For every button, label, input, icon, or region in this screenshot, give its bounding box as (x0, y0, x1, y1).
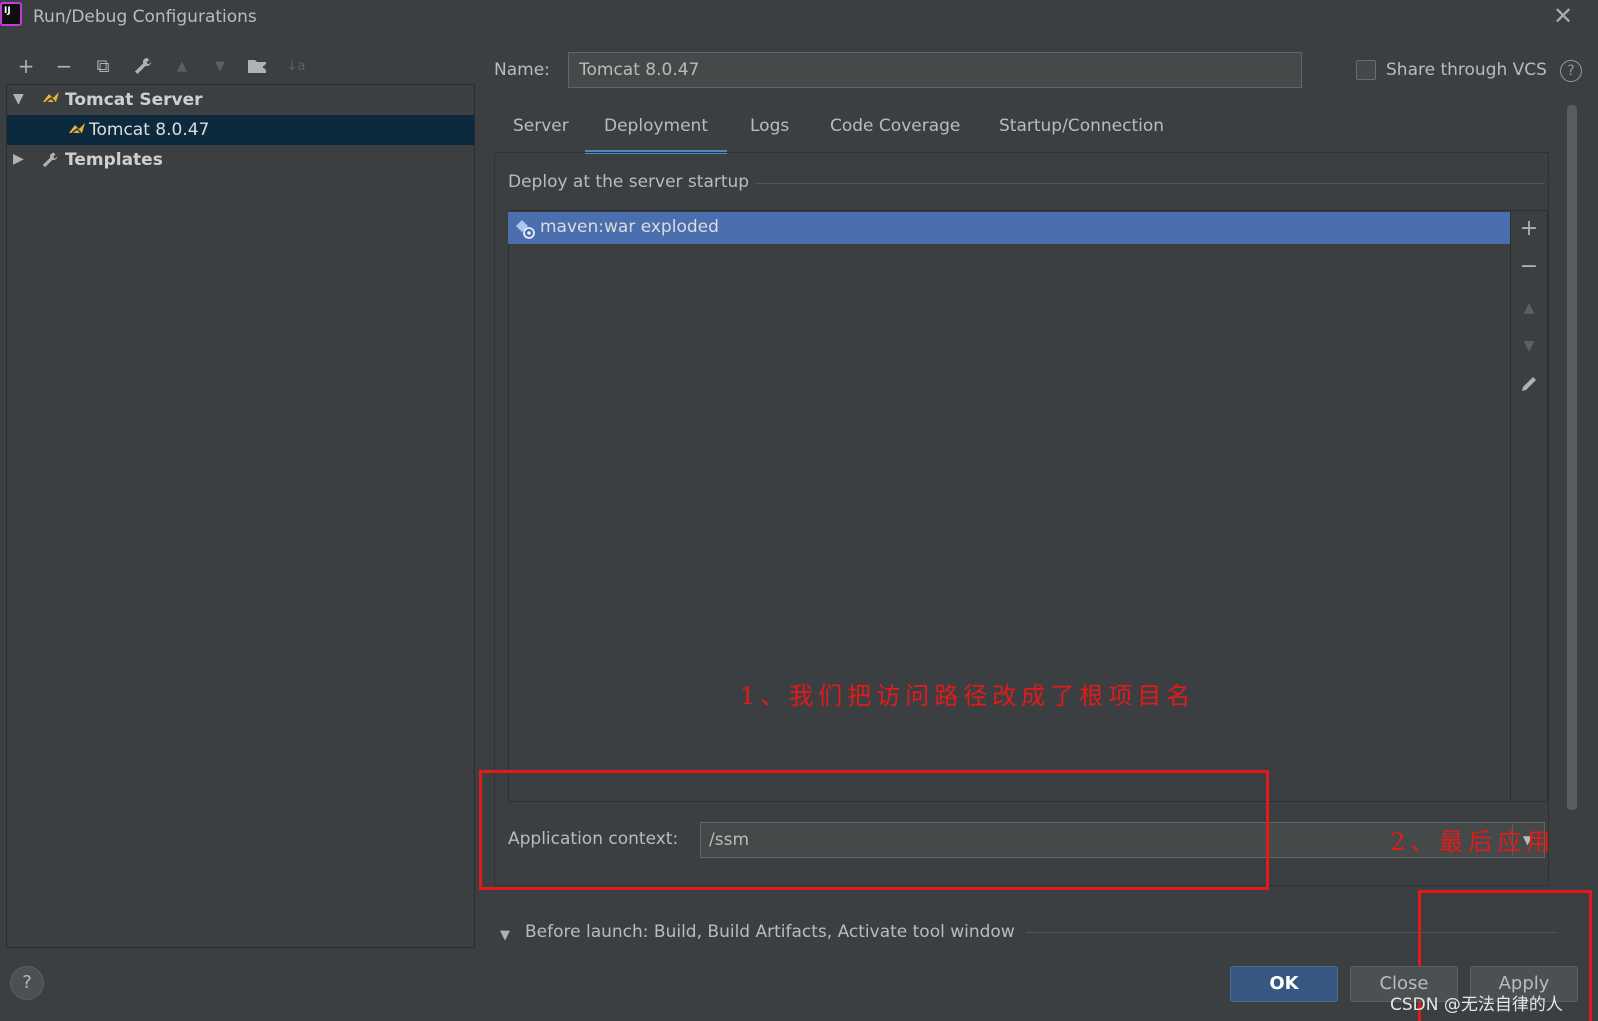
edit-defaults-button[interactable] (129, 52, 157, 80)
wrench-icon (41, 151, 59, 173)
intellij-app-icon: IJ (0, 2, 22, 26)
watermark-text: CSDN @无法自律的人 (1390, 995, 1563, 1015)
move-up-artifact-button[interactable]: ▲ (1515, 300, 1543, 328)
name-input[interactable] (568, 52, 1302, 88)
expand-arrow-icon[interactable]: ▼ (13, 91, 24, 107)
tab-server[interactable]: Server (513, 116, 569, 154)
section-divider (1026, 932, 1556, 933)
title-bar: IJ Run/Debug Configurations ✕ (0, 0, 1598, 34)
move-down-artifact-button[interactable]: ▼ (1515, 338, 1543, 366)
add-configuration-button[interactable]: + (12, 52, 40, 80)
tree-item-label: Tomcat Server (65, 90, 203, 110)
before-launch-label[interactable]: Before launch: Build, Build Artifacts, A… (525, 922, 1015, 942)
wrench-icon (135, 57, 152, 74)
collapse-arrow-icon[interactable]: ▶ (13, 151, 24, 167)
help-button[interactable]: ? (10, 966, 44, 1000)
tab-code-coverage[interactable]: Code Coverage (830, 116, 960, 154)
tab-startup-connection[interactable]: Startup/Connection (999, 116, 1164, 154)
move-down-button[interactable]: ▼ (206, 52, 234, 80)
share-through-vcs-label: Share through VCS (1386, 60, 1547, 80)
tree-item-tomcat-server[interactable]: ▼ Tomcat Server (7, 85, 474, 115)
move-up-button[interactable]: ▲ (168, 52, 196, 80)
tab-logs[interactable]: Logs (750, 116, 789, 154)
annotation-note-2: 2、最后应用 (1390, 828, 1556, 856)
sort-button[interactable]: ↓a (282, 52, 310, 80)
help-icon[interactable]: ? (1560, 60, 1582, 82)
folder-add-icon (248, 60, 268, 73)
add-artifact-button[interactable]: + (1515, 216, 1543, 244)
ok-button[interactable]: OK (1230, 966, 1338, 1002)
edit-artifact-button[interactable] (1515, 374, 1543, 402)
window-title: Run/Debug Configurations (33, 7, 257, 27)
annotation-note-1: 1、我们把访问路径改成了根项目名 (740, 682, 1196, 710)
section-divider (755, 183, 1545, 184)
vertical-scrollbar[interactable] (1567, 105, 1577, 810)
tree-item-tomcat-8-0-47[interactable]: Tomcat 8.0.47 (7, 115, 474, 145)
tab-deployment[interactable]: Deployment (585, 116, 727, 154)
remove-artifact-button[interactable]: − (1515, 254, 1543, 282)
remove-configuration-button[interactable]: − (50, 52, 78, 80)
tree-item-label: Tomcat 8.0.47 (89, 120, 210, 140)
deployment-list[interactable] (508, 210, 1548, 802)
deploy-section-title: Deploy at the server startup (508, 172, 750, 192)
before-launch-toggle-icon[interactable]: ▼ (500, 928, 510, 943)
share-through-vcs-checkbox[interactable] (1356, 60, 1376, 80)
tree-item-templates[interactable]: ▶ Templates (7, 145, 474, 175)
tree-item-label: Templates (65, 150, 163, 170)
list-item[interactable]: maven:war exploded (508, 212, 1510, 244)
tomcat-icon (67, 121, 87, 141)
annotation-highlight-box (479, 770, 1269, 890)
name-label: Name: (494, 60, 550, 80)
configuration-tree: ▼ Tomcat Server Tomcat 8.0.47 ▶ Template… (6, 84, 475, 948)
new-folder-button[interactable] (244, 52, 272, 80)
pencil-icon (1522, 377, 1536, 391)
tomcat-icon (41, 90, 61, 110)
artifact-icon (514, 218, 535, 239)
close-window-icon[interactable]: ✕ (1553, 2, 1573, 30)
artifact-label: maven:war exploded (540, 217, 719, 237)
copy-configuration-button[interactable]: ⧉ (89, 52, 117, 80)
